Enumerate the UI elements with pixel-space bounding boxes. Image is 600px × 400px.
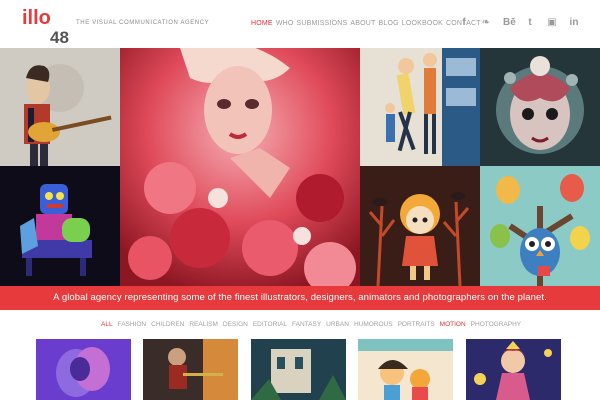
- portfolio-thumbnails: [0, 339, 600, 400]
- site-header: illo 48 THE VISUAL COMMUNICATION AGENCY …: [0, 0, 600, 48]
- linkedin-icon[interactable]: in: [569, 16, 579, 30]
- nav-item-who[interactable]: WHO: [276, 20, 294, 27]
- nav-item-about[interactable]: ABOUT: [350, 20, 375, 27]
- behance-icon[interactable]: Bē: [503, 16, 516, 30]
- gallery-tile-pink-portrait[interactable]: [120, 48, 360, 286]
- facebook-icon[interactable]: f: [459, 16, 469, 30]
- instagram-icon[interactable]: ▣: [547, 16, 557, 30]
- tumblr-icon[interactable]: t: [525, 16, 535, 30]
- twitter-icon[interactable]: ❧: [481, 16, 491, 30]
- main-nav: HOME WHO SUBMISSIONS ABOUT BLOG LOOKBOOK CONTA…: [251, 20, 481, 27]
- filter-design[interactable]: DESIGN: [223, 321, 248, 328]
- filter-humorous[interactable]: HUMOROUS: [354, 321, 393, 328]
- thumbnail-princess[interactable]: [466, 339, 561, 400]
- gallery-tile-girl-birds[interactable]: [360, 166, 480, 286]
- thumbnail-gladiator[interactable]: [143, 339, 238, 400]
- category-filters: ALL FASHION CHILDREN REALISM DESIGN EDITORIAL…: [101, 321, 521, 328]
- featured-gallery: [0, 48, 600, 286]
- social-links: f ❧ Bē t ▣ in: [459, 16, 579, 30]
- nav-item-submissions[interactable]: SUBMISSIONS: [297, 20, 348, 27]
- filter-fashion[interactable]: FASHION: [118, 321, 147, 328]
- svg-text:illo: illo: [22, 7, 51, 29]
- filter-portraits[interactable]: PORTRAITS: [398, 321, 435, 328]
- thumbnail-kids-cartoon[interactable]: [358, 339, 453, 400]
- gallery-tile-dancers[interactable]: [360, 48, 480, 166]
- thumbnail-mansion[interactable]: [251, 339, 346, 400]
- nav-item-blog[interactable]: BLOG: [378, 20, 398, 27]
- agency-tagline: THE VISUAL COMMUNICATION AGENCY: [76, 20, 210, 26]
- filter-motion[interactable]: MOTION: [440, 321, 466, 328]
- nav-item-home[interactable]: HOME: [251, 20, 273, 27]
- gallery-tile-robot-rider[interactable]: [0, 166, 120, 286]
- gallery-tile-owls[interactable]: [480, 166, 600, 286]
- agency-banner: A global agency representing some of the…: [0, 286, 600, 310]
- filter-children[interactable]: CHILDREN: [151, 321, 184, 328]
- filter-urban[interactable]: URBAN: [326, 321, 349, 328]
- filter-editorial[interactable]: EDITORIAL: [253, 321, 287, 328]
- filter-all[interactable]: ALL: [101, 321, 113, 328]
- nav-item-lookbook[interactable]: LOOKBOOK: [402, 20, 443, 27]
- thumbnail-purple-embrace[interactable]: [36, 339, 131, 400]
- svg-text:48: 48: [50, 28, 69, 44]
- illo-logo[interactable]: illo 48: [22, 6, 70, 47]
- gallery-tile-masked-girl[interactable]: [480, 48, 600, 166]
- filter-realism[interactable]: REALISM: [189, 321, 218, 328]
- filter-fantasy[interactable]: FANTASY: [292, 321, 321, 328]
- gallery-tile-guitarist[interactable]: [0, 48, 120, 166]
- filter-photography[interactable]: PHOTOGRAPHY: [471, 321, 521, 328]
